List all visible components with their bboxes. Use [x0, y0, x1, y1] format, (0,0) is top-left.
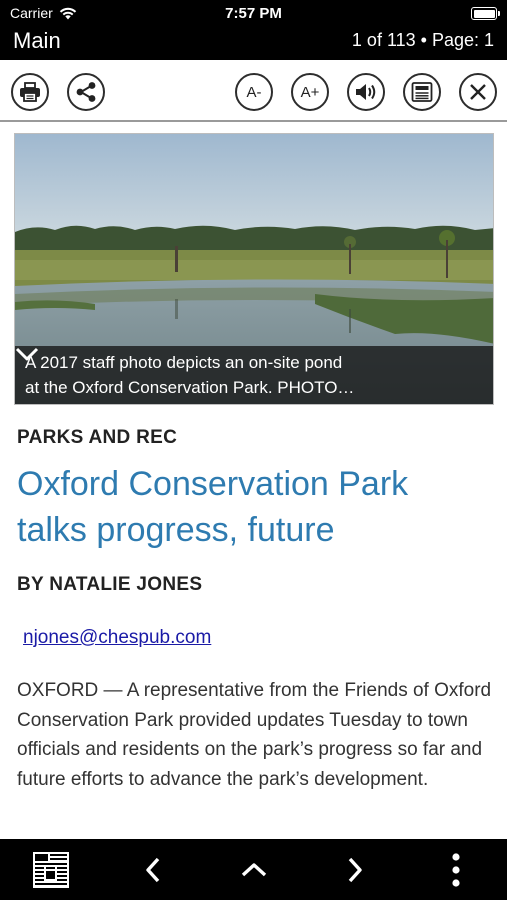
chevron-right-icon: [348, 857, 362, 882]
article-body: OXFORD — A representative from the Frien…: [17, 680, 492, 790]
more-options-button[interactable]: [436, 839, 476, 900]
bottom-bar: [0, 839, 507, 900]
article-toolbar: A- A+: [0, 60, 507, 122]
font-increase-label: A+: [300, 83, 320, 101]
battery-icon: [471, 7, 500, 20]
author-email-link[interactable]: njones@chespub.com: [23, 627, 211, 649]
top-bar: Carrier 7:57 PM Main 1 of 113 • Page: 1: [0, 0, 507, 60]
nav-row: Main 1 of 113 • Page: 1: [0, 28, 507, 60]
newspaper-icon: [33, 851, 69, 888]
share-button[interactable]: [67, 73, 105, 111]
caption-line-2: at the Oxford Conservation Park. PHOTO…: [25, 378, 355, 397]
previous-article-button[interactable]: [128, 839, 178, 900]
print-button[interactable]: [11, 73, 49, 111]
close-button[interactable]: [459, 73, 497, 111]
more-vertical-icon: [452, 852, 460, 887]
scroll-top-button[interactable]: [228, 839, 280, 900]
chevron-up-icon: [241, 862, 267, 876]
article-icon: [411, 82, 433, 102]
caption-line-1: A 2017 staff photo depicts an on-site po…: [25, 353, 343, 372]
text-view-button[interactable]: [403, 73, 441, 111]
reader-screen: Carrier 7:57 PM Main 1 of 113 • Page: 1: [0, 0, 507, 900]
status-bar: Carrier 7:57 PM: [0, 0, 507, 28]
chevron-left-icon: [146, 857, 160, 882]
chevron-down-icon[interactable]: [15, 346, 39, 362]
page-indicator: 1 of 113 • Page: 1: [351, 30, 494, 50]
font-increase-button[interactable]: A+: [291, 73, 329, 111]
close-icon: [470, 84, 486, 100]
share-icon: [76, 82, 96, 102]
audio-button[interactable]: [347, 73, 385, 111]
speaker-icon: [356, 84, 376, 100]
clock: 7:57 PM: [225, 5, 282, 22]
section-title[interactable]: Main: [13, 28, 61, 54]
font-decrease-label: A-: [246, 83, 262, 101]
newspaper-view-button[interactable]: [22, 839, 80, 900]
byline: BY NATALIE JONES: [17, 574, 203, 595]
article-photo[interactable]: A 2017 staff photo depicts an on-site po…: [14, 133, 494, 405]
printer-icon: [20, 82, 40, 102]
font-decrease-button[interactable]: A-: [235, 73, 273, 111]
article-headline: Oxford Conservation Park talks progress,…: [17, 465, 409, 549]
section-label: PARKS AND REC: [17, 427, 178, 448]
next-article-button[interactable]: [330, 839, 380, 900]
photo-caption[interactable]: A 2017 staff photo depicts an on-site po…: [15, 346, 493, 404]
